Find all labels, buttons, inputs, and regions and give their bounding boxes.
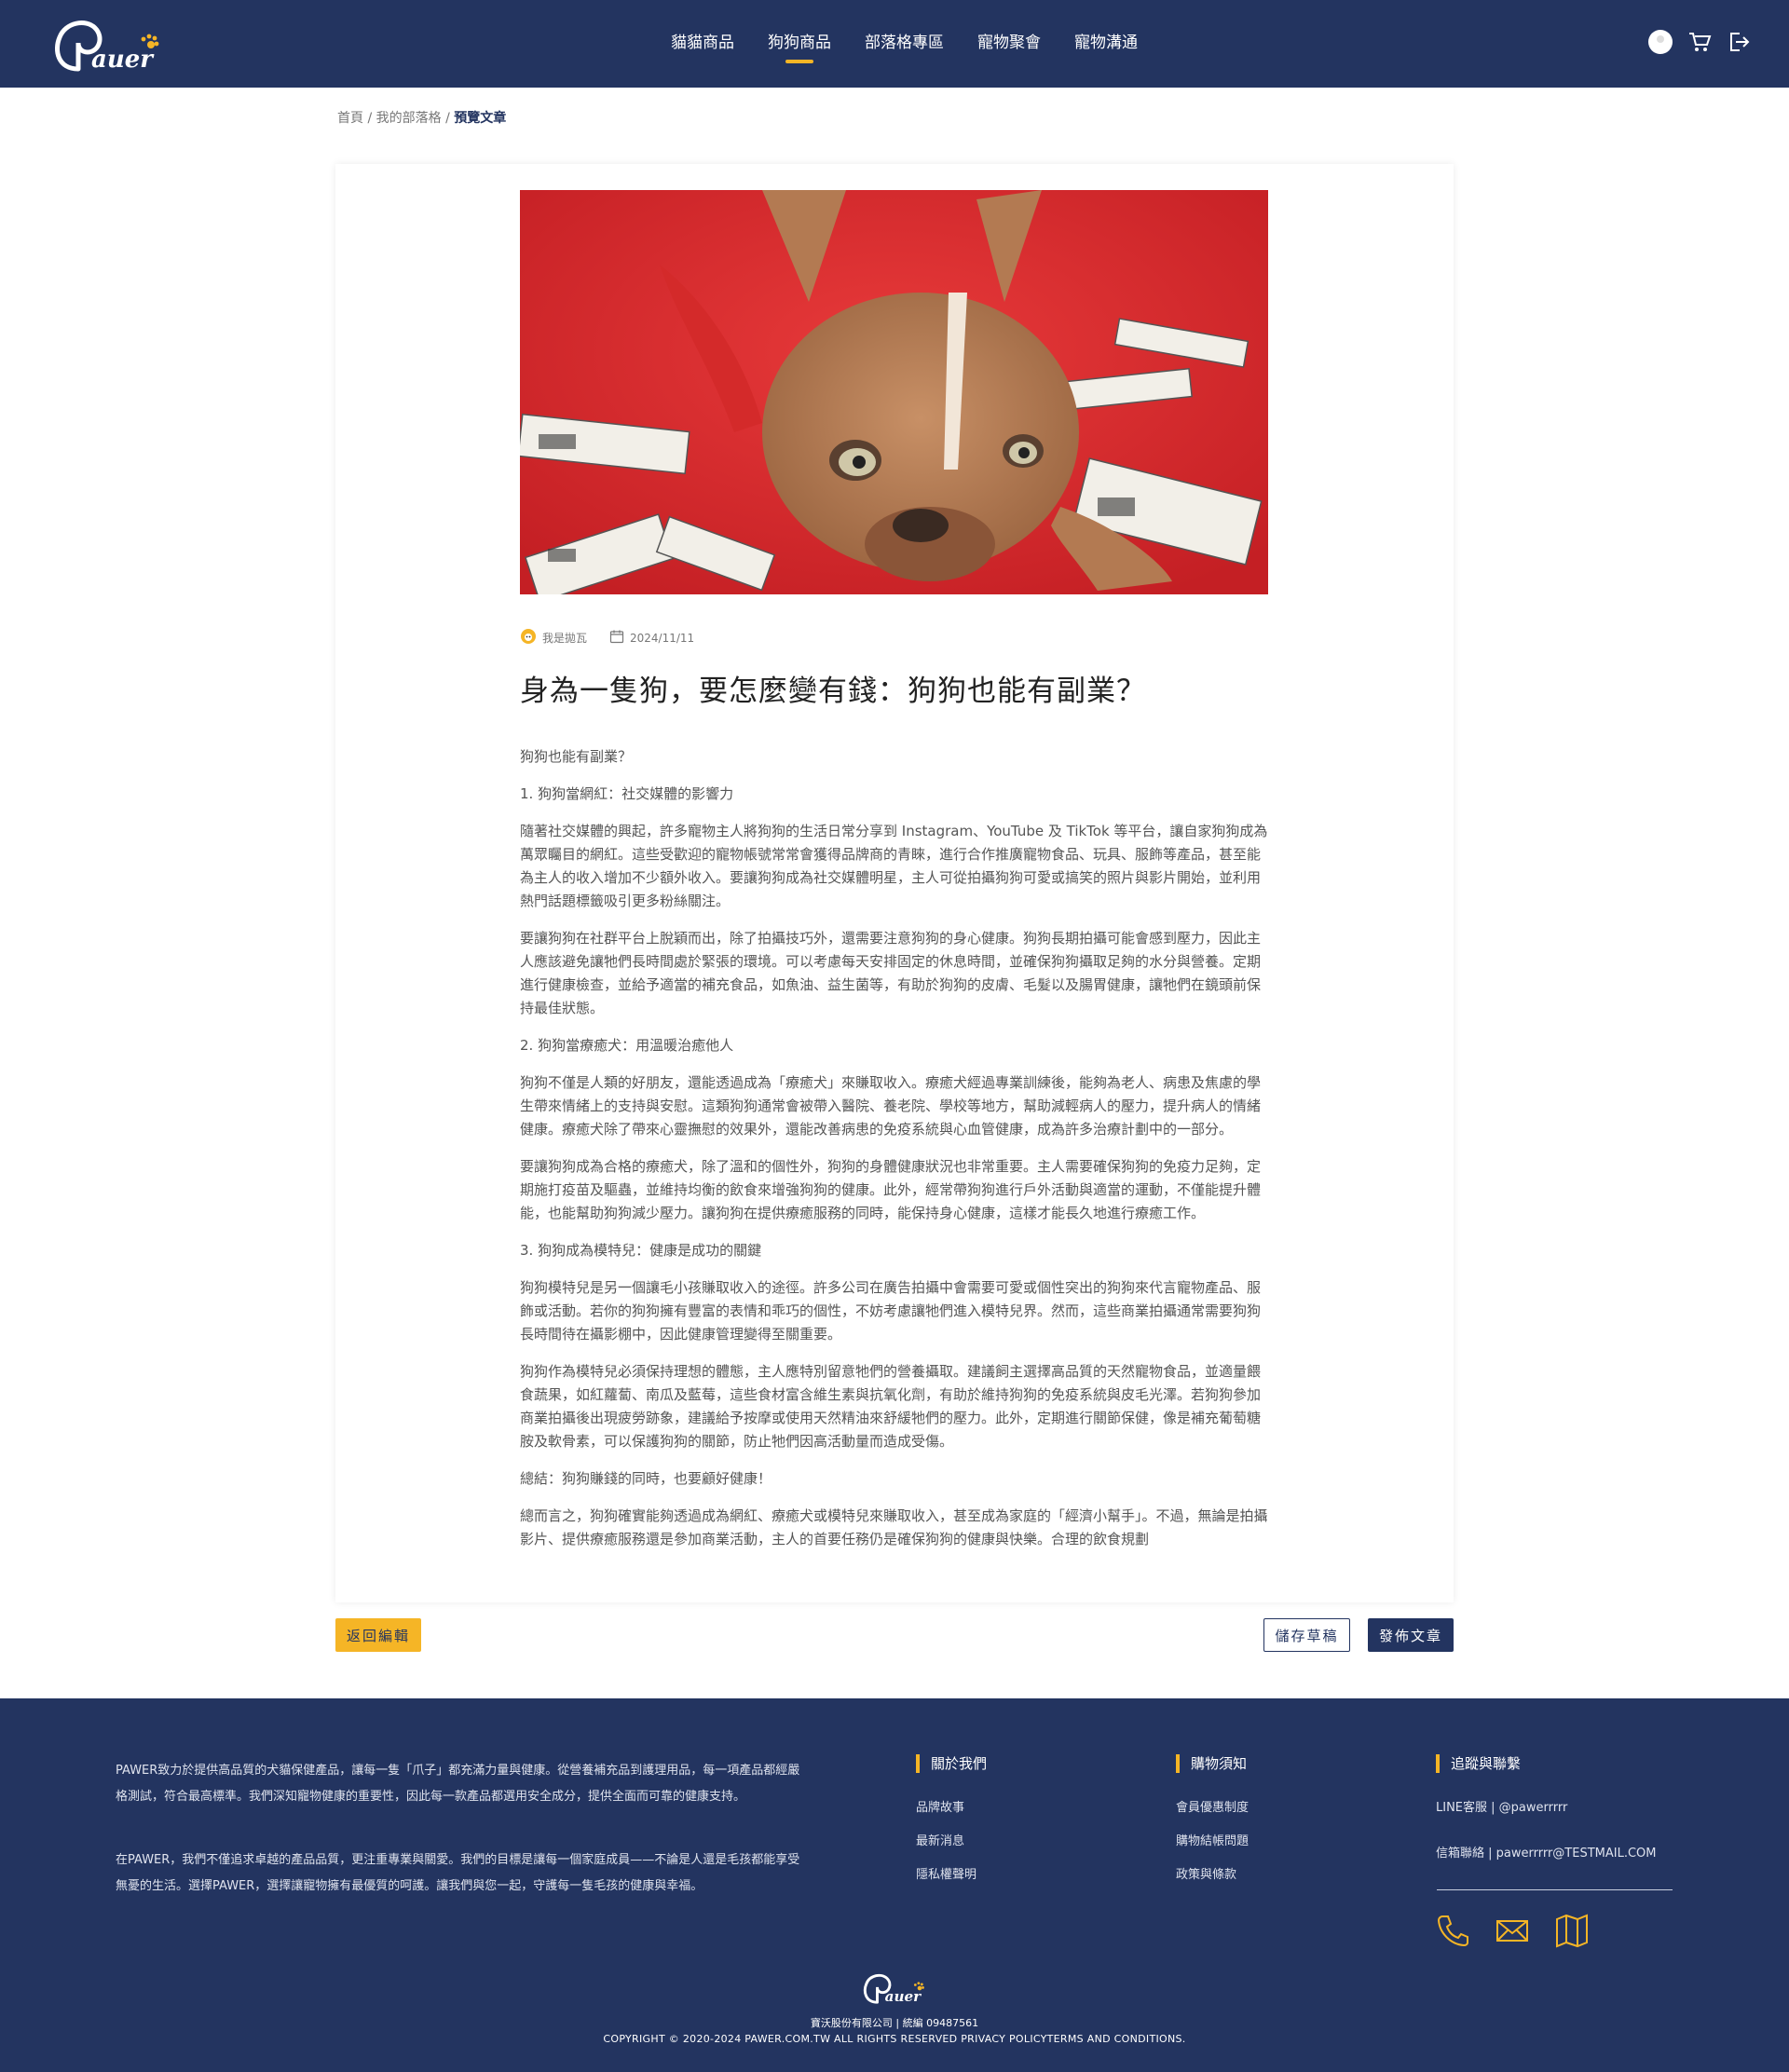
footer: PAWER致力於提供高品質的犬貓保健產品，讓每一隻「爪子」都充滿力量與健康。從營… <box>0 1698 1789 2072</box>
footer-heading: 購物須知 <box>1176 1754 1249 1773</box>
menu-pet-meetup[interactable]: 寵物聚會 <box>977 0 1041 88</box>
article-cover-image <box>520 190 1268 594</box>
article-title: 身為一隻狗，要怎麼變有錢：狗狗也能有副業？ <box>520 675 1146 708</box>
footer-divider <box>1437 1889 1673 1890</box>
cart-icon[interactable] <box>1687 29 1713 55</box>
footer-link-member-offers[interactable]: 會員優惠制度 <box>1176 1797 1249 1815</box>
breadcrumb-blog[interactable]: 我的部落格 <box>376 111 442 126</box>
footer-link-brand-story[interactable]: 品牌故事 <box>916 1797 987 1815</box>
map-icon[interactable] <box>1554 1913 1590 1948</box>
footer-copyright: COPYRIGHT © 2020-2024 PAWER.COM.TW ALL R… <box>603 2033 1186 2045</box>
phone-icon[interactable] <box>1435 1913 1470 1948</box>
back-to-edit-button[interactable]: 返回編輯 <box>335 1618 421 1652</box>
footer-col-contact: 追蹤與聯繫 LINE客服 | @pawerrrrr 信箱聯絡 | pawerrr… <box>1436 1754 1657 1888</box>
publish-button[interactable]: 發佈文章 <box>1368 1618 1454 1652</box>
article-paragraph: 總結：狗狗賺錢的同時，也要顧好健康！ <box>520 1470 772 1487</box>
breadcrumb-sep: / <box>445 111 450 126</box>
footer-contact-icons <box>1435 1913 1590 1948</box>
mail-icon[interactable] <box>1495 1913 1530 1948</box>
svg-text:auer: auer <box>91 46 155 74</box>
nav-icons <box>1647 29 1752 55</box>
article-paragraph: 狗狗不僅是人類的好朋友，還能透過成為「療癒犬」來賺取收入。療癒犬經過專業訓練後，… <box>520 1074 1262 1138</box>
article-paragraph: 2. 狗狗當療癒犬：用溫暖治癒他人 <box>520 1037 734 1054</box>
article-paragraph: 要讓狗狗成為合格的療癒犬，除了溫和的個性外，狗狗的身體健康狀況也非常重要。主人需… <box>520 1158 1262 1221</box>
menu-cat-products[interactable]: 貓貓商品 <box>671 0 734 88</box>
author-avatar-icon <box>520 628 537 648</box>
article-paragraph: 隨著社交媒體的興起，許多寵物主人將狗狗的生活日常分享到 Instagram、Yo… <box>520 823 1268 909</box>
footer-link-policies[interactable]: 政策與條款 <box>1176 1864 1249 1882</box>
pawer-logo[interactable]: auer <box>50 13 162 76</box>
article-paragraph: 3. 狗狗成為模特兒：健康是成功的關鍵 <box>520 1242 762 1259</box>
footer-link-privacy[interactable]: 隱私權聲明 <box>916 1864 987 1882</box>
breadcrumb: 首頁 / 我的部落格 / 預覽文章 <box>337 108 506 127</box>
calendar-icon <box>609 629 624 647</box>
article-paragraph: 要讓狗狗在社群平台上脫穎而出，除了拍攝技巧外，還需要注意狗狗的身心健康。狗狗長期… <box>520 930 1262 1016</box>
footer-col-about-us: 關於我們 品牌故事 最新消息 隱私權聲明 <box>916 1754 987 1898</box>
footer-line-contact[interactable]: LINE客服 | @pawerrrrr <box>1436 1797 1657 1815</box>
footer-col-shopping: 購物須知 會員優惠制度 購物結帳問題 政策與條款 <box>1176 1754 1249 1898</box>
top-navbar: auer 貓貓商品 狗狗商品 部落格專區 寵物聚會 寵物溝通 <box>0 0 1789 88</box>
footer-heading: 追蹤與聯繫 <box>1436 1754 1657 1773</box>
breadcrumb-home[interactable]: 首頁 <box>337 111 363 126</box>
footer-heading: 關於我們 <box>916 1754 987 1773</box>
article-paragraph: 狗狗作為模特兒必須保持理想的體態，主人應特別留意牠們的營養攝取。建議飼主選擇高品… <box>520 1363 1262 1450</box>
footer-about-paragraph: PAWER致力於提供高品質的犬貓保健產品，讓每一隻「爪子」都充滿力量與健康。從營… <box>116 1764 800 1804</box>
footer-email-contact[interactable]: 信箱聯絡 | pawerrrrr@TESTMAIL.COM <box>1436 1843 1657 1861</box>
article-meta: 我是拋瓦 2024/11/11 <box>520 628 694 648</box>
logout-icon[interactable] <box>1726 29 1752 55</box>
menu-blog[interactable]: 部落格專區 <box>865 0 944 88</box>
footer-company: 寶沃股份有限公司 | 統編 09487561 <box>810 2017 979 2029</box>
article-body: 狗狗也能有副業？ 1. 狗狗當網紅：社交媒體的影響力 隨著社交媒體的興起，許多寵… <box>520 745 1268 1589</box>
article-paragraph: 1. 狗狗當網紅：社交媒體的影響力 <box>520 785 734 802</box>
footer-link-checkout-faq[interactable]: 購物結帳問題 <box>1176 1831 1249 1848</box>
footer-pawer-logo[interactable]: auer <box>861 1969 926 2008</box>
main-menu: 貓貓商品 狗狗商品 部落格專區 寵物聚會 寵物溝通 <box>671 0 1171 88</box>
footer-about-paragraph: 在PAWER，我們不僅追求卓越的產品品質，更注重專業與關愛。我們的目標是讓每一個… <box>116 1853 800 1893</box>
footer-about: PAWER致力於提供高品質的犬貓保健產品，讓每一隻「爪子」都充滿力量與健康。從營… <box>116 1758 805 1937</box>
article-paragraph: 狗狗模特兒是另一個讓毛小孩賺取收入的途徑。許多公司在廣告拍攝中會需要可愛或個性突… <box>520 1279 1262 1343</box>
article-paragraph: 狗狗也能有副業？ <box>520 748 633 765</box>
menu-dog-products[interactable]: 狗狗商品 <box>768 0 831 88</box>
breadcrumb-current: 預覽文章 <box>454 111 507 126</box>
article-preview-card[interactable]: 我是拋瓦 2024/11/11 身為一隻狗，要怎麼變有錢：狗狗也能有副業？ 狗狗… <box>335 164 1454 1602</box>
avatar-icon[interactable] <box>1647 29 1673 55</box>
breadcrumb-sep: / <box>367 111 373 126</box>
menu-pet-communication[interactable]: 寵物溝通 <box>1074 0 1138 88</box>
article-date: 2024/11/11 <box>630 631 695 645</box>
article-author: 我是拋瓦 <box>542 632 588 645</box>
svg-text:auer: auer <box>885 1988 922 2005</box>
footer-link-news[interactable]: 最新消息 <box>916 1831 987 1848</box>
save-draft-button[interactable]: 儲存草稿 <box>1263 1618 1350 1652</box>
article-paragraph: 總而言之，狗狗確實能夠透過成為網紅、療癒犬或模特兒來賺取收入，甚至成為家庭的「經… <box>520 1507 1268 1547</box>
